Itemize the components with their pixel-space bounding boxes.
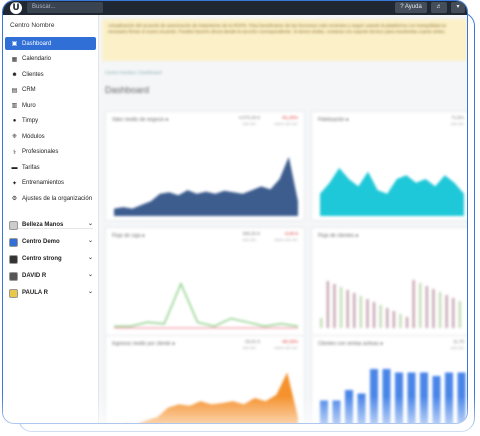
- chevron-down-icon[interactable]: ⌄: [88, 254, 93, 261]
- nav-icon: ❈: [11, 134, 18, 140]
- center-selector[interactable]: PAULA R ⌄: [9, 287, 95, 299]
- sidebar-item-tarifas[interactable]: ▬ Tarifas: [3, 161, 97, 174]
- main-content: Actualización del acuerdo de autorizació…: [99, 15, 467, 423]
- sidebar-item-profesionales[interactable]: ⚕ Profesionales: [3, 146, 97, 159]
- nav-icon: ▦: [11, 56, 18, 63]
- sidebar-item-ajustes-de-la-organizaci-n[interactable]: ⚙ Ajustes de la organización: [3, 192, 97, 205]
- sidebar-item-clientes[interactable]: ☻ Clientes: [3, 68, 97, 81]
- gdpr-alert: Actualización del acuerdo de autorizació…: [102, 19, 467, 61]
- sidebar-item-dashboard[interactable]: ▣ Dashboard: [5, 37, 96, 50]
- browser-frame: Ü Buscar... ? Ayuda ♬ ▾ Centro Nombre ▣ D…: [2, 0, 468, 424]
- center-avatar: [9, 271, 18, 281]
- sidebar-item-calendario[interactable]: ▦ Calendario: [3, 53, 97, 66]
- app-logo[interactable]: Ü: [10, 2, 22, 14]
- sidebar-item-label: Calendario: [22, 56, 52, 62]
- nav-icon: ⚙: [11, 196, 18, 202]
- center-label: Belleza Manos: [22, 222, 64, 228]
- nav-icon: ✦: [11, 180, 18, 187]
- center-avatar: [9, 220, 18, 230]
- page-title: Dashboard: [105, 85, 150, 95]
- more-menu-button[interactable]: ▾: [451, 2, 465, 13]
- card-chart: [114, 281, 299, 329]
- dashboard-card: Clientes con ventas activas ● 11,70 este a…: [311, 335, 467, 423]
- sidebar-item-muro[interactable]: ▥ Muro: [3, 99, 97, 112]
- center-label: Centro strong: [22, 256, 62, 262]
- center-avatar: [9, 288, 18, 298]
- sidebar-item-label: Módulos: [22, 133, 45, 140]
- app-screenshot: Ü Buscar... ? Ayuda ♬ ▾ Centro Nombre ▣ D…: [0, 0, 480, 436]
- sidebar-item-crm[interactable]: ▤ CRM: [3, 84, 97, 97]
- chevron-down-icon[interactable]: ⌄: [88, 237, 93, 244]
- sidebar-item-label: Entrenamientos: [22, 180, 65, 186]
- sidebar: Centro Nombre ▣ Dashboard ▦ Calendario ☻ Clie…: [3, 15, 99, 423]
- breadcrumb[interactable]: Centro Nombre / Dashboard: [105, 70, 162, 75]
- speaker-icon: ♬: [436, 4, 442, 10]
- help-button[interactable]: ? Ayuda: [395, 2, 427, 13]
- sidebar-item-label: Tarifas: [22, 164, 40, 171]
- center-avatar: [9, 237, 18, 247]
- card-chart: [320, 167, 464, 216]
- center-label: PAULA R: [22, 290, 48, 296]
- sidebar-item-label: Clientes: [22, 71, 44, 78]
- dashboard-card: Valor medio de negocio ● 4.073,40 € -91,20…: [105, 111, 305, 221]
- nav-icon: ▬: [11, 164, 18, 171]
- nav-icon: ▣: [11, 41, 18, 47]
- nav-icon: ●: [12, 118, 17, 124]
- nav-icon: ▤: [11, 87, 18, 94]
- chevron-down-icon[interactable]: ⌄: [88, 271, 93, 278]
- center-label: DAVID R: [22, 273, 47, 279]
- card-chart: [320, 369, 466, 423]
- sidebar-item-label: Timpy: [22, 118, 39, 124]
- center-avatar: [9, 254, 18, 264]
- sidebar-item-label: Dashboard: [22, 40, 52, 47]
- top-bar: Ü Buscar... ? Ayuda ♬ ▾: [3, 1, 467, 15]
- sidebar-item-label: Muro: [22, 102, 36, 109]
- sidebar-item-label: CRM: [22, 87, 36, 93]
- center-selector[interactable]: Belleza Manos ⌄: [9, 219, 95, 231]
- dashboard-card: Flujo de caja ● 355,00 € -5,00 € este año mi…: [105, 227, 305, 337]
- card-chart: [140, 372, 298, 423]
- center-selector[interactable]: Centro Demo ⌄: [9, 236, 95, 248]
- nav-icon: ☻: [11, 71, 18, 78]
- dashboard-card: Flujo de clientes ●: [311, 227, 467, 337]
- dashboard-card: Fidelización ● 71,5% este año: [311, 111, 467, 221]
- chevron-down-icon[interactable]: ⌄: [88, 220, 93, 227]
- dashboard-card: Ingresos medio por cliente ● 33,01 € -90,3…: [105, 335, 305, 423]
- center-name: Centro Nombre: [10, 22, 55, 29]
- card-chart: [114, 156, 298, 216]
- center-selector[interactable]: DAVID R ⌄: [9, 270, 95, 282]
- card-chart: [320, 280, 462, 328]
- center-selector[interactable]: Centro strong ⌄: [9, 253, 95, 265]
- search-input[interactable]: Buscar...: [27, 2, 103, 13]
- sound-button[interactable]: ♬: [431, 2, 447, 13]
- sidebar-item-entrenamientos[interactable]: ✦ Entrenamientos: [3, 177, 97, 190]
- nav-icon: ▥: [11, 103, 18, 109]
- chevron-down-icon[interactable]: ⌄: [88, 288, 93, 295]
- center-label: Centro Demo: [22, 239, 60, 245]
- sidebar-item-m-dulos[interactable]: ❈ Módulos: [3, 130, 97, 143]
- sidebar-item-label: Profesionales: [22, 149, 59, 155]
- sidebar-item-label: Ajustes de la organización: [22, 195, 93, 202]
- sidebar-item-timpy[interactable]: ● Timpy: [3, 115, 97, 128]
- nav-icon: ⚕: [12, 149, 17, 156]
